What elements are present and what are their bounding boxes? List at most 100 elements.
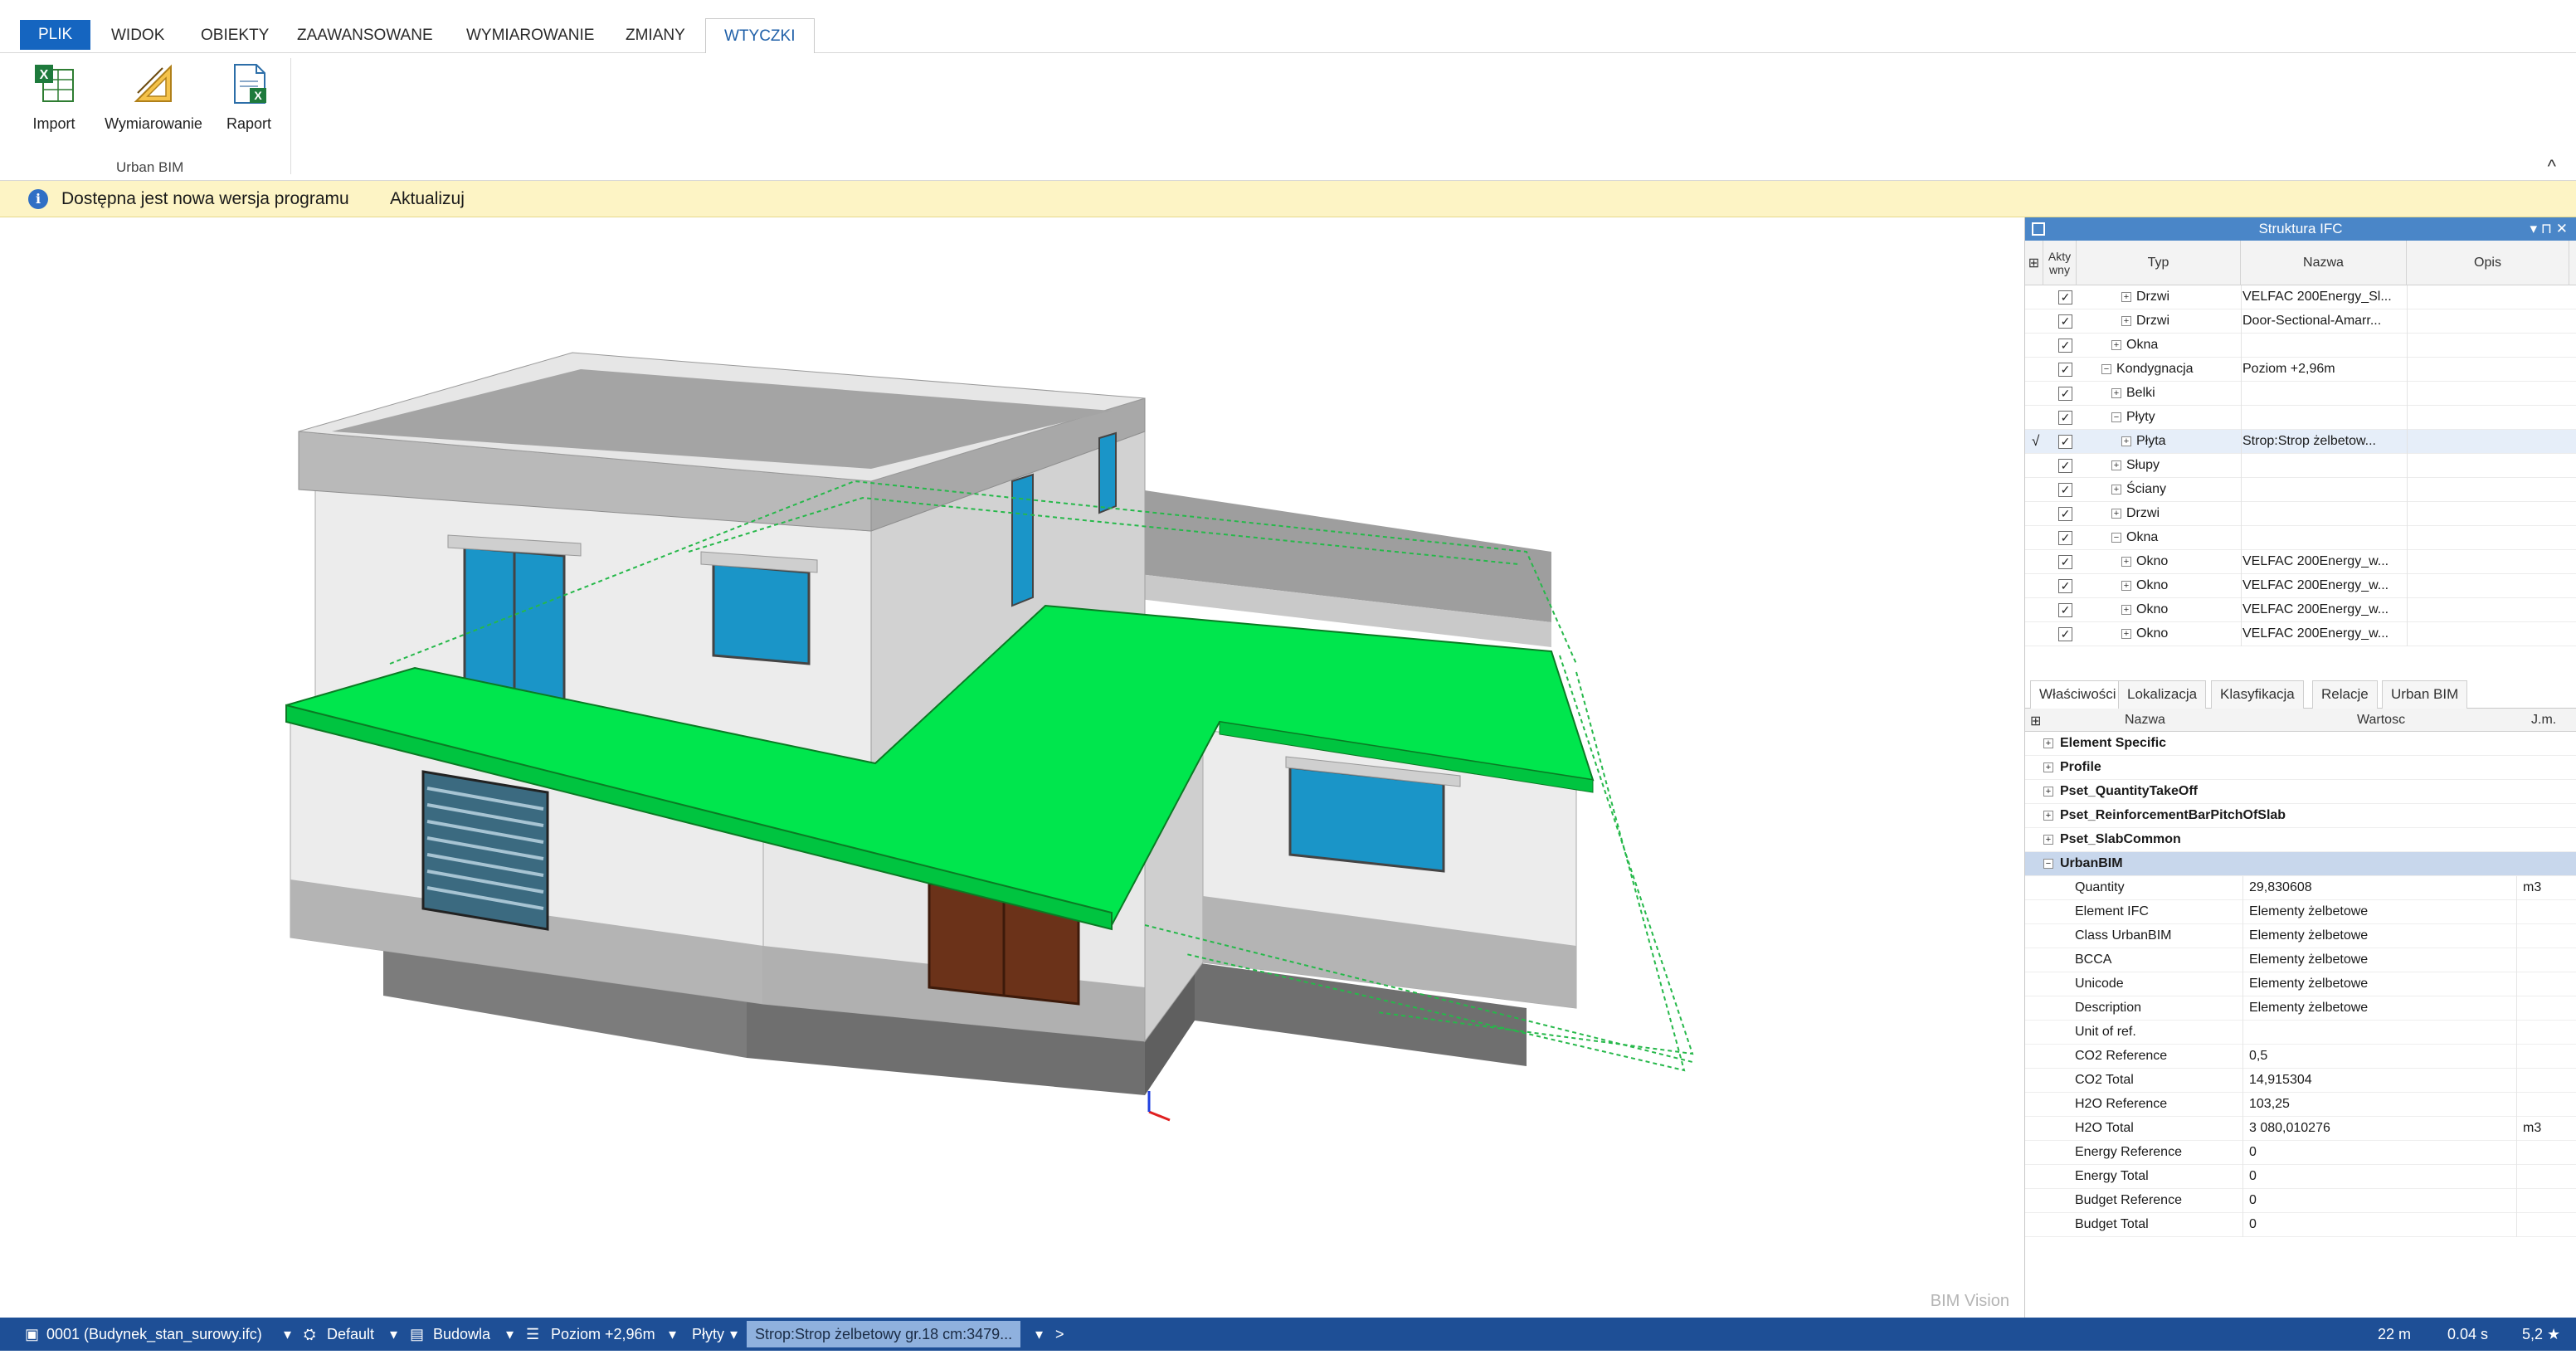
- visibility-checkbox[interactable]: ✓: [2058, 579, 2072, 593]
- visibility-checkbox[interactable]: ✓: [2058, 603, 2072, 617]
- ifc-tree-row[interactable]: ✓ + Drzwi Door-Sectional-Amarr...: [2025, 309, 2576, 334]
- tab-klasyfikacja[interactable]: Klasyfikacja: [2211, 680, 2304, 709]
- tree-expander[interactable]: +: [2121, 605, 2131, 615]
- visibility-checkbox[interactable]: ✓: [2058, 363, 2072, 377]
- panel-menu-icon[interactable]: [2032, 222, 2045, 236]
- ifc-tree-row[interactable]: ✓ − Płyty: [2025, 406, 2576, 430]
- tab-urban-bim[interactable]: Urban BIM: [2382, 680, 2468, 709]
- property-row[interactable]: Budget Total 0: [2025, 1213, 2576, 1237]
- tree-expander[interactable]: −: [2101, 364, 2111, 374]
- dropdown-icon[interactable]: ▾: [1035, 1326, 1043, 1343]
- visibility-checkbox[interactable]: ✓: [2058, 459, 2072, 473]
- dimensioning-button[interactable]: Wymiarowanie: [98, 61, 209, 133]
- 3d-viewport[interactable]: BIM Vision: [0, 217, 2024, 1318]
- tree-expander[interactable]: +: [2111, 460, 2121, 470]
- group-expander[interactable]: +: [2043, 811, 2053, 821]
- status-level[interactable]: Poziom +2,96m: [551, 1326, 655, 1343]
- building-model[interactable]: [0, 217, 2024, 1318]
- tab-obiekty[interactable]: OBIEKTY: [183, 18, 287, 53]
- property-group[interactable]: − UrbanBIM: [2025, 852, 2576, 876]
- visibility-checkbox[interactable]: ✓: [2058, 411, 2072, 425]
- ifc-tree-row[interactable]: ✓ + Belki: [2025, 382, 2576, 406]
- tab-zmiany[interactable]: ZMIANY: [607, 18, 704, 53]
- property-row[interactable]: H2O Total 3 080,010276 m3: [2025, 1117, 2576, 1141]
- ifc-tree-row[interactable]: ✓ + Słupy: [2025, 454, 2576, 478]
- ifc-tree-row[interactable]: ✓ + Drzwi: [2025, 502, 2576, 526]
- breadcrumb-next[interactable]: >: [1055, 1326, 1064, 1343]
- tab-lokalizacja[interactable]: Lokalizacja: [2118, 680, 2207, 709]
- ifc-tree-row[interactable]: √ ✓ + Płyta Strop:Strop żelbetow...: [2025, 430, 2576, 454]
- visibility-checkbox[interactable]: ✓: [2058, 483, 2072, 497]
- visibility-checkbox[interactable]: ✓: [2058, 387, 2072, 401]
- property-group[interactable]: + Profile: [2025, 756, 2576, 780]
- ifc-tree-row[interactable]: ✓ + Drzwi VELFAC 200Energy_Sl...: [2025, 285, 2576, 309]
- ifc-tree-row[interactable]: ✓ + Okno VELFAC 200Energy_w...: [2025, 622, 2576, 646]
- tree-expander[interactable]: +: [2121, 316, 2131, 326]
- group-expander[interactable]: −: [2043, 859, 2053, 869]
- report-button[interactable]: X Raport: [217, 61, 280, 133]
- property-row[interactable]: Unit of ref.: [2025, 1021, 2576, 1045]
- property-group[interactable]: + Pset_ReinforcementBarPitchOfSlab: [2025, 804, 2576, 828]
- property-row[interactable]: Description Elementy żelbetowe: [2025, 996, 2576, 1021]
- property-group[interactable]: + Pset_SlabCommon: [2025, 828, 2576, 852]
- column-chooser-icon[interactable]: ⊞: [2030, 713, 2041, 729]
- tree-expander[interactable]: +: [2111, 340, 2121, 350]
- property-row[interactable]: BCCA Elementy żelbetowe: [2025, 948, 2576, 972]
- col-active[interactable]: Akty wny: [2043, 241, 2077, 285]
- tab-zaawansowane[interactable]: ZAAWANSOWANE: [279, 18, 451, 53]
- ribbon-collapse-button[interactable]: ^: [2548, 156, 2556, 178]
- property-row[interactable]: Quantity 29,830608 m3: [2025, 876, 2576, 900]
- visibility-checkbox[interactable]: ✓: [2058, 339, 2072, 353]
- tab-plik[interactable]: PLIK: [20, 20, 91, 50]
- tab-wlasciwosci[interactable]: Właściwości: [2030, 680, 2126, 709]
- property-row[interactable]: Class UrbanBIM Elementy żelbetowe: [2025, 924, 2576, 948]
- visibility-checkbox[interactable]: ✓: [2058, 627, 2072, 641]
- tree-expander[interactable]: +: [2121, 557, 2131, 567]
- visibility-checkbox[interactable]: ✓: [2058, 555, 2072, 569]
- property-row[interactable]: Budget Reference 0: [2025, 1189, 2576, 1213]
- ifc-tree-row[interactable]: ✓ − Okna: [2025, 526, 2576, 550]
- dropdown-icon[interactable]: ▾: [506, 1326, 514, 1343]
- property-row[interactable]: Energy Total 0: [2025, 1165, 2576, 1189]
- tree-expander[interactable]: +: [2111, 485, 2121, 494]
- tab-wymiarowanie[interactable]: WYMIAROWANIE: [448, 18, 612, 53]
- ifc-tree-row[interactable]: ✓ + Okno VELFAC 200Energy_w...: [2025, 550, 2576, 574]
- property-group[interactable]: + Element Specific: [2025, 732, 2576, 756]
- tree-expander[interactable]: −: [2111, 412, 2121, 422]
- col-prop-value[interactable]: Wartosc: [2357, 713, 2405, 728]
- group-expander[interactable]: +: [2043, 762, 2053, 772]
- property-group[interactable]: + Pset_QuantityTakeOff: [2025, 780, 2576, 804]
- tree-expander[interactable]: +: [2121, 292, 2131, 302]
- tree-expander[interactable]: +: [2121, 436, 2131, 446]
- tree-expander[interactable]: +: [2111, 509, 2121, 519]
- col-name[interactable]: Nazwa: [2241, 241, 2407, 285]
- col-desc[interactable]: Opis: [2407, 241, 2569, 285]
- group-expander[interactable]: +: [2043, 738, 2053, 748]
- panel-controls-icon[interactable]: ▾ ⊓ ✕: [2530, 217, 2569, 241]
- status-selection[interactable]: Strop:Strop żelbetowy gr.18 cm:3479...: [747, 1321, 1021, 1347]
- property-row[interactable]: H2O Reference 103,25: [2025, 1093, 2576, 1117]
- tree-expander[interactable]: −: [2111, 533, 2121, 543]
- col-type[interactable]: Typ: [2077, 241, 2241, 285]
- tree-expander[interactable]: +: [2121, 581, 2131, 591]
- visibility-checkbox[interactable]: ✓: [2058, 435, 2072, 449]
- property-row[interactable]: Unicode Elementy żelbetowe: [2025, 972, 2576, 996]
- import-button[interactable]: X Import: [25, 61, 83, 133]
- status-category[interactable]: Płyty: [692, 1326, 724, 1343]
- status-building[interactable]: Budowla: [433, 1326, 490, 1343]
- column-chooser-icon[interactable]: ⊞: [2025, 241, 2043, 285]
- property-row[interactable]: Element IFC Elementy żelbetowe: [2025, 900, 2576, 924]
- tree-expander[interactable]: +: [2111, 388, 2121, 398]
- visibility-checkbox[interactable]: ✓: [2058, 507, 2072, 521]
- ifc-tree-row[interactable]: ✓ + Okno VELFAC 200Energy_w...: [2025, 598, 2576, 622]
- visibility-checkbox[interactable]: ✓: [2058, 531, 2072, 545]
- property-row[interactable]: CO2 Reference 0,5: [2025, 1045, 2576, 1069]
- ifc-tree-row[interactable]: ✓ − Kondygnacja Poziom +2,96m: [2025, 358, 2576, 382]
- ifc-tree-row[interactable]: ✓ + Okno VELFAC 200Energy_w...: [2025, 574, 2576, 598]
- visibility-checkbox[interactable]: ✓: [2058, 314, 2072, 329]
- ifc-tree-row[interactable]: ✓ + Okna: [2025, 334, 2576, 358]
- dropdown-icon[interactable]: ▾: [284, 1326, 291, 1343]
- col-prop-name[interactable]: Nazwa: [2125, 713, 2165, 728]
- col-prop-unit[interactable]: J.m.: [2531, 713, 2556, 728]
- dropdown-icon[interactable]: ▾: [730, 1326, 738, 1343]
